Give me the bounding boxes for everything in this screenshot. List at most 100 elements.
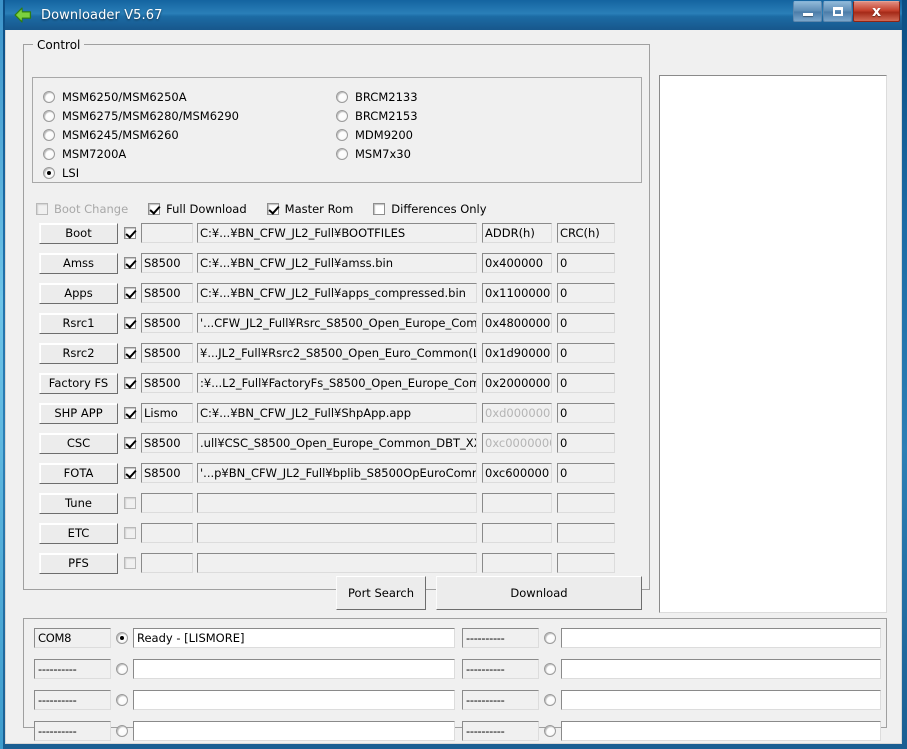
row-checkbox-pfs[interactable] [124,557,136,569]
chip-field-factory-fs[interactable]: S8500 [141,373,193,393]
port-select-radio[interactable] [116,663,128,675]
browse-button-rsrc2[interactable]: Rsrc2 [39,342,118,364]
crc-field-apps[interactable]: 0 [557,283,615,303]
port-select-radio[interactable] [544,694,556,706]
port-name-field[interactable]: ---------- [462,628,539,648]
port-name-field[interactable]: ---------- [34,659,111,679]
port-status-field[interactable] [133,721,455,741]
browse-button-amss[interactable]: Amss [39,252,118,274]
port-name-field[interactable]: ---------- [462,721,539,741]
row-checkbox-rsrc2[interactable] [124,347,136,359]
port-select-radio[interactable] [544,663,556,675]
chip-radio-msm6250-msm6250a[interactable]: MSM6250/MSM6250A [43,88,239,106]
browse-button-factory-fs[interactable]: Factory FS [39,372,118,394]
crc-field-rsrc1[interactable]: 0 [557,313,615,333]
row-checkbox-rsrc1[interactable] [124,317,136,329]
port-name-field[interactable]: ---------- [462,690,539,710]
path-field-factory-fs[interactable]: :¥...L2_Full¥FactoryFs_S8500_Open_Europe… [197,373,477,393]
address-field-factory-fs[interactable]: 0x20000000 [482,373,552,393]
address-field-pfs[interactable] [482,553,552,573]
row-checkbox-amss[interactable] [124,257,136,269]
crc-field-boot[interactable]: CRC(h) [557,223,615,243]
path-field-apps[interactable]: C:¥...¥BN_CFW_JL2_Full¥apps_compressed.b… [197,283,477,303]
option-full-download[interactable]: Full Download [148,202,247,216]
port-name-field[interactable]: ---------- [34,690,111,710]
browse-button-boot[interactable]: Boot [39,222,118,244]
row-checkbox-factory-fs[interactable] [124,377,136,389]
path-field-boot[interactable]: C:¥...¥BN_CFW_JL2_Full¥BOOTFILES [197,223,477,243]
chip-field-etc[interactable] [141,523,193,543]
close-button[interactable]: x [853,1,900,22]
browse-button-tune[interactable]: Tune [39,492,118,514]
option-differences-only[interactable]: Differences Only [373,202,487,216]
chip-field-pfs[interactable] [141,553,193,573]
address-field-boot[interactable]: ADDR(h) [482,223,552,243]
chip-radio-brcm2133[interactable]: BRCM2133 [336,88,418,106]
port-status-field[interactable] [133,690,455,710]
browse-button-shp-app[interactable]: SHP APP [39,402,118,424]
address-field-fota[interactable]: 0xc600000 [482,463,552,483]
chip-field-rsrc1[interactable]: S8500 [141,313,193,333]
port-select-radio[interactable] [544,725,556,737]
port-select-radio[interactable] [116,725,128,737]
browse-button-etc[interactable]: ETC [39,522,118,544]
path-field-amss[interactable]: C:¥...¥BN_CFW_JL2_Full¥amss.bin [197,253,477,273]
port-status-field[interactable] [133,659,455,679]
row-checkbox-shp-app[interactable] [124,407,136,419]
address-field-amss[interactable]: 0x400000 [482,253,552,273]
crc-field-rsrc2[interactable]: 0 [557,343,615,363]
log-output-panel[interactable] [659,75,887,613]
download-button[interactable]: Download [436,576,642,610]
chip-radio-mdm9200[interactable]: MDM9200 [336,126,418,144]
port-select-radio[interactable] [116,694,128,706]
crc-field-amss[interactable]: 0 [557,253,615,273]
port-name-field[interactable]: ---------- [462,659,539,679]
path-field-fota[interactable]: '...p¥BN_CFW_JL2_Full¥bplib_S8500OpEuroC… [197,463,477,483]
address-field-csc[interactable]: 0xc0000000 [482,433,552,453]
row-checkbox-boot[interactable] [124,227,136,239]
row-checkbox-etc[interactable] [124,527,136,539]
row-checkbox-fota[interactable] [124,467,136,479]
chip-field-boot[interactable] [141,223,193,243]
port-status-field[interactable] [561,659,881,679]
crc-field-fota[interactable]: 0 [557,463,615,483]
address-field-tune[interactable] [482,493,552,513]
chip-field-tune[interactable] [141,493,193,513]
port-status-field[interactable] [561,628,881,648]
path-field-etc[interactable] [197,523,477,543]
chip-field-fota[interactable]: S8500 [141,463,193,483]
address-field-rsrc2[interactable]: 0x1d900000 [482,343,552,363]
row-checkbox-apps[interactable] [124,287,136,299]
chip-radio-msm7x30[interactable]: MSM7x30 [336,145,418,163]
address-field-rsrc1[interactable]: 0x4800000 [482,313,552,333]
crc-field-shp-app[interactable]: 0 [557,403,615,423]
crc-field-etc[interactable] [557,523,615,543]
browse-button-csc[interactable]: CSC [39,432,118,454]
port-select-radio[interactable] [544,632,556,644]
row-checkbox-tune[interactable] [124,497,136,509]
port-status-field[interactable] [561,690,881,710]
browse-button-pfs[interactable]: PFS [39,552,118,574]
port-select-radio[interactable] [116,632,128,644]
option-master-rom[interactable]: Master Rom [266,202,353,216]
chip-radio-msm6245-msm6260[interactable]: MSM6245/MSM6260 [43,126,239,144]
path-field-rsrc1[interactable]: '...CFW_JL2_Full¥Rsrc_S8500_Open_Europe_… [197,313,477,333]
browse-button-apps[interactable]: Apps [39,282,118,304]
chip-field-shp-app[interactable]: Lismo [141,403,193,423]
path-field-shp-app[interactable]: C:¥...¥BN_CFW_JL2_Full¥ShpApp.app [197,403,477,423]
crc-field-csc[interactable]: 0 [557,433,615,453]
chip-field-apps[interactable]: S8500 [141,283,193,303]
path-field-pfs[interactable] [197,553,477,573]
chip-radio-brcm2153[interactable]: BRCM2153 [336,107,418,125]
chip-field-amss[interactable]: S8500 [141,253,193,273]
chip-radio-lsi[interactable]: LSI [43,164,239,182]
chip-radio-msm6275-msm6280-msm6290[interactable]: MSM6275/MSM6280/MSM6290 [43,107,239,125]
path-field-tune[interactable] [197,493,477,513]
address-field-etc[interactable] [482,523,552,543]
address-field-apps[interactable]: 0x1100000 [482,283,552,303]
crc-field-tune[interactable] [557,493,615,513]
browse-button-rsrc1[interactable]: Rsrc1 [39,312,118,334]
maximize-button[interactable] [823,1,852,22]
port-status-field[interactable]: Ready - [LISMORE] [133,628,455,648]
minimize-button[interactable] [793,1,822,22]
